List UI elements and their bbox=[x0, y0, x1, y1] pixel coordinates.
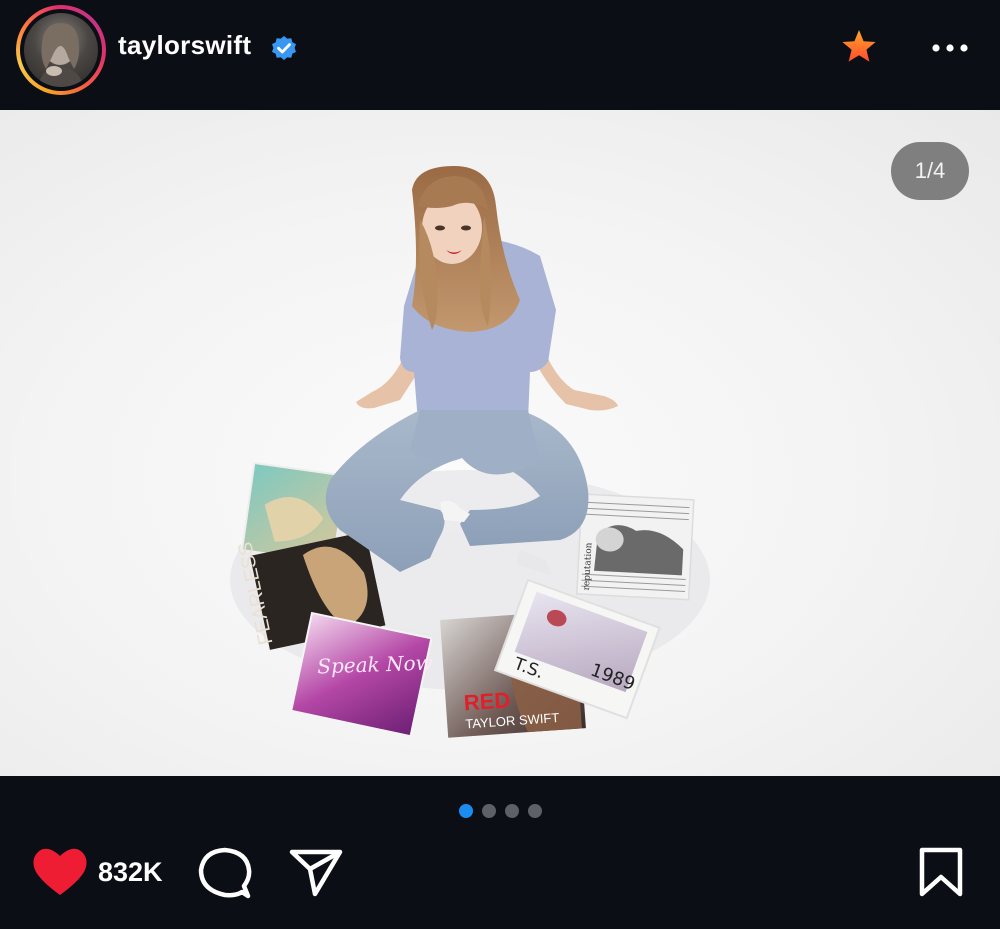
carousel-dot-4[interactable] bbox=[527, 804, 542, 818]
carousel-dot-2[interactable] bbox=[481, 804, 496, 818]
star-icon[interactable] bbox=[840, 28, 878, 66]
photo-illustration: FEARLESS Speak Now RED TAYLOR SWIFT 1989 bbox=[230, 166, 710, 738]
heart-icon[interactable] bbox=[32, 846, 88, 898]
like-count[interactable]: 832K bbox=[98, 857, 163, 888]
post-view: taylorswift FEARLESS Speak Now RED TAYLO… bbox=[0, 0, 1000, 929]
verified-badge-icon bbox=[272, 36, 296, 60]
username[interactable]: taylorswift bbox=[118, 30, 251, 61]
avatar-story-ring[interactable] bbox=[16, 5, 106, 95]
post-header: taylorswift bbox=[0, 0, 1000, 110]
image-counter-badge: 1/4 bbox=[891, 142, 969, 200]
album-red-title: RED bbox=[463, 687, 511, 715]
avatar-portrait-icon bbox=[38, 23, 84, 87]
post-image[interactable]: FEARLESS Speak Now RED TAYLOR SWIFT 1989 bbox=[0, 110, 1000, 776]
album-reputation: reputation bbox=[575, 493, 695, 601]
carousel-dot-3[interactable] bbox=[504, 804, 519, 818]
bookmark-icon[interactable] bbox=[918, 847, 964, 897]
carousel-indicator bbox=[0, 776, 1000, 846]
album-speak-now-label: Speak Now bbox=[317, 650, 433, 678]
carousel-dot-1[interactable] bbox=[458, 804, 473, 818]
more-horizontal-icon[interactable] bbox=[930, 40, 970, 56]
person-figure bbox=[325, 166, 618, 576]
share-send-icon[interactable] bbox=[289, 848, 343, 898]
comment-icon[interactable] bbox=[198, 846, 252, 900]
avatar bbox=[24, 13, 98, 87]
